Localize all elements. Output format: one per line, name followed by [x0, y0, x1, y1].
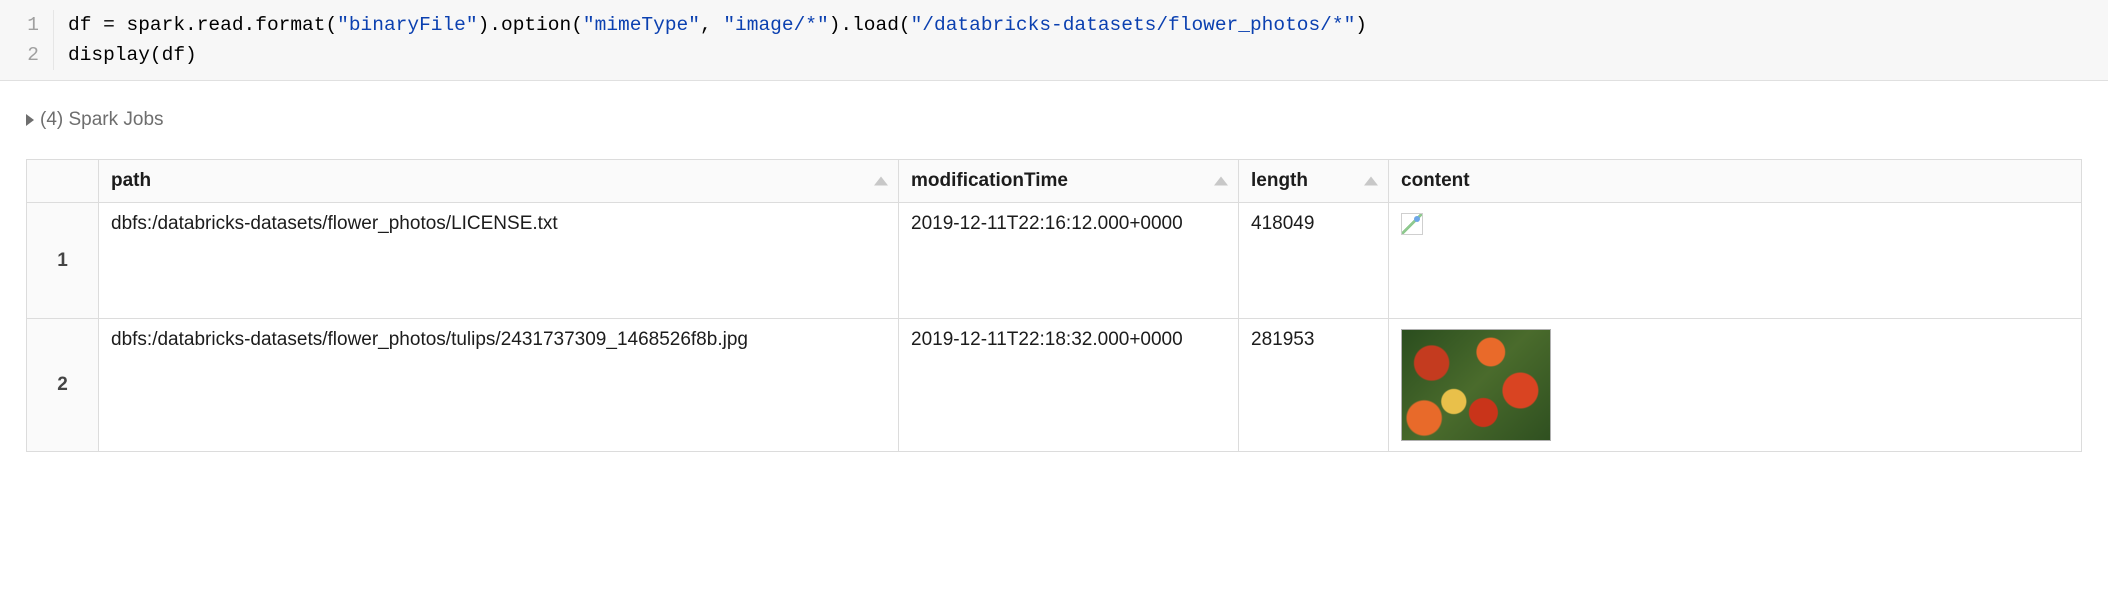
line-number: 2	[0, 40, 39, 70]
cell-path: dbfs:/databricks-datasets/flower_photos/…	[99, 319, 899, 452]
code-token: "binaryFile"	[337, 14, 477, 36]
sort-icon[interactable]	[1364, 177, 1378, 186]
cell-output: (4) Spark Jobs path modificationTime len…	[0, 81, 2108, 462]
header-modificationtime[interactable]: modificationTime	[899, 160, 1239, 203]
header-modtime-label: modificationTime	[911, 170, 1068, 191]
sort-icon[interactable]	[1214, 177, 1228, 186]
code-token: spark.read.format(	[127, 14, 338, 36]
cell-content	[1389, 203, 2082, 319]
cell-length: 418049	[1239, 203, 1389, 319]
header-path[interactable]: path	[99, 160, 899, 203]
line-number-gutter: 12	[0, 10, 54, 70]
row-index: 1	[27, 203, 99, 319]
spark-jobs-toggle[interactable]: (4) Spark Jobs	[26, 109, 164, 131]
code-token: )	[1355, 14, 1367, 36]
header-content[interactable]: content	[1389, 160, 2082, 203]
header-path-label: path	[111, 170, 151, 191]
code-token: display(df)	[68, 44, 197, 66]
cell-length: 281953	[1239, 319, 1389, 452]
code-cell[interactable]: 12 df = spark.read.format("binaryFile").…	[0, 0, 2108, 81]
row-index: 2	[27, 319, 99, 452]
image-thumbnail[interactable]	[1401, 329, 1551, 441]
spark-jobs-label: (4) Spark Jobs	[40, 109, 164, 131]
header-content-label: content	[1401, 170, 1470, 191]
cell-content	[1389, 319, 2082, 452]
header-rownum[interactable]	[27, 160, 99, 203]
caret-right-icon	[26, 114, 34, 126]
table-header-row: path modificationTime length content	[27, 160, 2082, 203]
header-length[interactable]: length	[1239, 160, 1389, 203]
cell-path: dbfs:/databricks-datasets/flower_photos/…	[99, 203, 899, 319]
code-token: ).option(	[478, 14, 583, 36]
result-table: path modificationTime length content 1db…	[26, 159, 2082, 452]
table-body: 1dbfs:/databricks-datasets/flower_photos…	[27, 203, 2082, 452]
table-row[interactable]: 2dbfs:/databricks-datasets/flower_photos…	[27, 319, 2082, 452]
cell-modificationtime: 2019-12-11T22:16:12.000+0000	[899, 203, 1239, 319]
code-line[interactable]: display(df)	[68, 40, 1367, 70]
broken-image-icon	[1401, 213, 1423, 235]
header-length-label: length	[1251, 170, 1308, 191]
sort-icon[interactable]	[874, 177, 888, 186]
code-token: ).load(	[829, 14, 911, 36]
code-token: =	[103, 14, 126, 36]
code-body[interactable]: df = spark.read.format("binaryFile").opt…	[54, 10, 1367, 70]
code-token: "/databricks-datasets/flower_photos/*"	[911, 14, 1356, 36]
table-row[interactable]: 1dbfs:/databricks-datasets/flower_photos…	[27, 203, 2082, 319]
cell-modificationtime: 2019-12-11T22:18:32.000+0000	[899, 319, 1239, 452]
code-token: "mimeType"	[583, 14, 700, 36]
code-token: ,	[700, 14, 723, 36]
code-line[interactable]: df = spark.read.format("binaryFile").opt…	[68, 10, 1367, 40]
line-number: 1	[0, 10, 39, 40]
code-token: "image/*"	[723, 14, 828, 36]
code-token: df	[68, 14, 103, 36]
